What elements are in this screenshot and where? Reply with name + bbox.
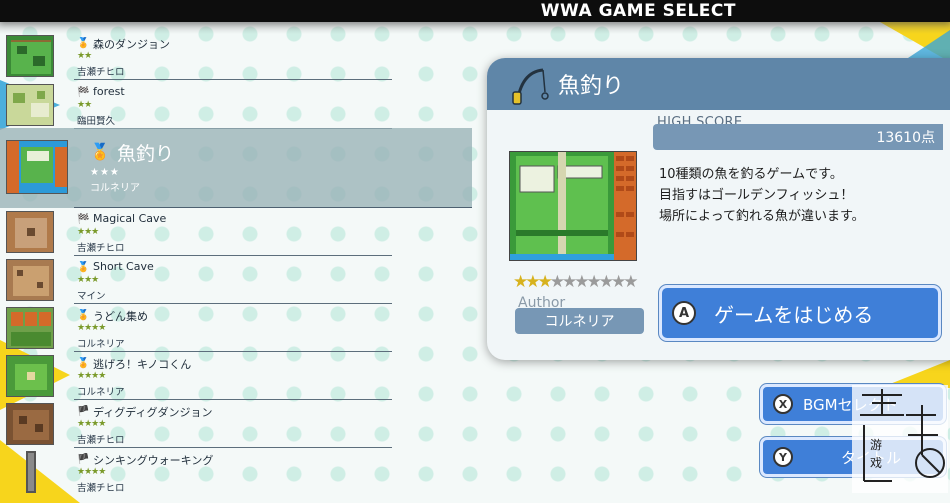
game-list-item[interactable]: 🏴 シンキングウォーキング ★★★★ 吉瀬チヒロ bbox=[0, 448, 392, 496]
star-empty-icon: ★ bbox=[549, 272, 565, 292]
game-author: マイン bbox=[77, 291, 106, 302]
star-empty-icon: ★ bbox=[562, 272, 577, 292]
game-author: コルネリア bbox=[77, 339, 125, 350]
game-title: ディグディグダンジョン bbox=[93, 406, 213, 419]
start-game-button[interactable]: A ゲームをはじめる bbox=[659, 285, 941, 341]
game-list-item[interactable]: 🏅 Short Cave ★★★ マイン bbox=[0, 256, 392, 304]
game-thumbnail bbox=[6, 259, 54, 301]
game-preview-image bbox=[509, 151, 637, 261]
game-thumbnail bbox=[6, 307, 54, 349]
gold-medal-icon: 🏅 bbox=[77, 310, 90, 321]
svg-text:戏: 戏 bbox=[870, 456, 882, 470]
difficulty-stars: ★★ bbox=[77, 51, 92, 61]
game-title: 森のダンジョン bbox=[93, 38, 170, 51]
watermark-logo: 游 戏 bbox=[852, 385, 948, 493]
game-list-item[interactable]: 🏅 逃げろ！キノコくん ★★★★ コルネリア bbox=[0, 352, 392, 400]
gold-medal-icon: 🏅 bbox=[77, 358, 90, 369]
star-empty-icon: ★ bbox=[574, 272, 589, 292]
star-empty-icon: ★ bbox=[598, 272, 614, 292]
game-thumbnail bbox=[6, 403, 54, 445]
game-author: 吉瀬チヒロ bbox=[77, 243, 125, 254]
gold-medal-icon: 🏅 bbox=[77, 262, 90, 273]
flag-icon: 🏴 bbox=[77, 406, 90, 417]
screen-title: WWA GAME SELECT bbox=[540, 1, 736, 21]
checkered-flag-icon: 🏁 bbox=[77, 214, 90, 225]
game-title: 魚釣り bbox=[117, 143, 175, 165]
game-list-item[interactable]: 🏅 森のダンジョン ★★ 吉瀬チヒロ bbox=[0, 32, 392, 80]
game-thumbnail bbox=[6, 35, 54, 77]
game-title: forest bbox=[93, 85, 125, 98]
game-list-item[interactable]: 🏁 Magical Cave ★★★ 吉瀬チヒロ bbox=[0, 208, 392, 256]
star-filled-icon: ★ bbox=[525, 272, 540, 292]
game-author: 吉瀬チヒロ bbox=[77, 483, 125, 494]
checkered-flag-icon: 🏁 bbox=[77, 87, 90, 98]
difficulty-stars: ★★★★ bbox=[77, 467, 106, 477]
game-author: 臨田賢久 bbox=[77, 116, 116, 127]
game-thumbnail bbox=[6, 451, 54, 493]
difficulty-stars: ★★★ bbox=[90, 167, 120, 178]
game-author: コルネリア bbox=[90, 183, 140, 194]
game-author: コルネリア bbox=[77, 387, 125, 398]
game-title: シンキングウォーキング bbox=[93, 454, 214, 467]
game-description: 10種類の魚を釣るゲームです。 目指すはゴールデンフィッシュ！ 場所によって釣れ… bbox=[659, 164, 865, 227]
high-score-value: 13610点 bbox=[876, 130, 935, 146]
difficulty-stars: ★★★ bbox=[77, 275, 99, 285]
author-name: コルネリア bbox=[544, 314, 615, 330]
top-bar: WWA GAME SELECT bbox=[0, 0, 950, 22]
author-name-box: コルネリア bbox=[515, 308, 644, 334]
game-list-item[interactable]: 🏅 うどん集め ★★★★ コルネリア bbox=[0, 304, 392, 352]
difficulty-stars: ★★★★ bbox=[77, 371, 106, 381]
high-score-bar: 13610点 bbox=[653, 124, 943, 150]
star-empty-icon: ★ bbox=[611, 272, 626, 292]
game-thumbnail bbox=[6, 84, 54, 126]
game-title: Short Cave bbox=[93, 260, 154, 273]
detail-title: 魚釣り bbox=[558, 74, 625, 99]
star-empty-icon: ★ bbox=[586, 272, 602, 292]
difficulty-stars: ★★ bbox=[77, 100, 92, 110]
game-author: 吉瀬チヒロ bbox=[77, 67, 125, 78]
game-thumbnail bbox=[6, 355, 54, 397]
game-list-item[interactable]: 🏁 forest ★★ 臨田賢久 bbox=[0, 81, 392, 129]
game-thumbnail bbox=[6, 140, 68, 194]
game-author: 吉瀬チヒロ bbox=[77, 435, 125, 446]
description-line: 10種類の魚を釣るゲームです。 bbox=[659, 167, 843, 182]
start-game-label: ゲームをはじめる bbox=[714, 302, 874, 327]
star-filled-icon: ★ bbox=[537, 272, 553, 292]
gold-medal-icon: 🏅 bbox=[77, 38, 90, 49]
gold-medal-icon: 🏅 bbox=[90, 142, 110, 161]
flag-icon: 🏴 bbox=[77, 454, 90, 465]
a-button-icon: A bbox=[672, 301, 696, 325]
x-button-icon: X bbox=[773, 394, 793, 414]
star-filled-icon: ★ bbox=[513, 272, 528, 292]
game-list-item-selected[interactable]: 🏅 魚釣り ★★★ コルネリア bbox=[0, 128, 472, 208]
difficulty-stars: ★★★★ bbox=[77, 419, 106, 429]
divider bbox=[74, 79, 392, 80]
description-line: 目指すはゴールデンフィッシュ！ bbox=[659, 188, 854, 203]
description-line: 場所によって釣れる魚が違います。 bbox=[659, 209, 865, 224]
game-detail-panel: 魚釣り HIGH SCORE 13610点 10種類の魚を釣るゲームです。 目指… bbox=[487, 58, 950, 360]
fishing-rod-icon bbox=[512, 68, 549, 105]
game-title: うどん集め bbox=[93, 310, 148, 323]
game-title: Magical Cave bbox=[93, 212, 167, 225]
game-title: 逃げろ！キノコくん bbox=[93, 358, 192, 371]
detail-header: 魚釣り bbox=[487, 58, 950, 110]
game-thumbnail bbox=[6, 211, 54, 253]
y-button-icon: Y bbox=[773, 447, 793, 467]
difficulty-stars: ★★★★ bbox=[77, 323, 106, 333]
difficulty-stars: ★★★ bbox=[77, 227, 99, 237]
svg-text:游: 游 bbox=[870, 438, 882, 452]
difficulty-rating: ★★★★★★★★★★ bbox=[513, 272, 639, 292]
game-list-item[interactable]: 🏴 ディグディグダンジョン ★★★★ 吉瀬チヒロ bbox=[0, 400, 392, 448]
star-empty-icon: ★ bbox=[623, 272, 638, 292]
